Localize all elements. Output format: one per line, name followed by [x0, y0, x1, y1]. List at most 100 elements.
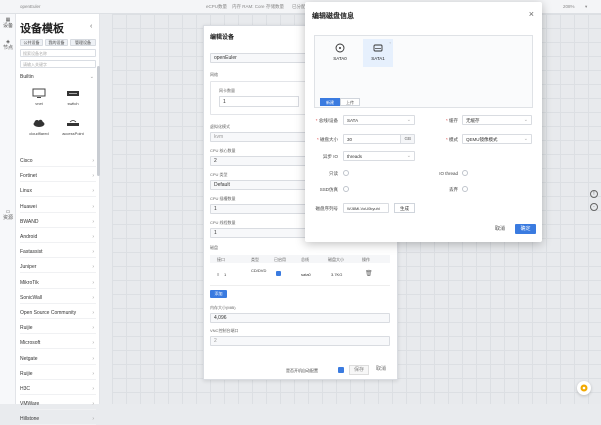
category-item[interactable]: Ruijie › — [20, 322, 96, 335]
help-button[interactable] — [577, 381, 591, 395]
category-item[interactable]: Fastassist › — [20, 246, 96, 259]
category-label: Android — [20, 234, 38, 240]
chevron-right-icon: › — [92, 401, 94, 408]
chevron-right-icon: › — [92, 294, 94, 301]
vnc-port-input[interactable]: 2 — [210, 336, 390, 346]
dialog-ok-button[interactable]: 确定 — [515, 224, 536, 234]
rail-item-devices[interactable]: ▦ 设备 — [2, 17, 14, 38]
drag-handle-icon[interactable]: ≡ — [217, 272, 219, 277]
my-devices-button[interactable]: 我的设备 — [45, 39, 68, 46]
serial-input[interactable]: WJ8Ml-VoU0kyuhl — [343, 203, 389, 213]
zoom-level[interactable]: 208% — [563, 4, 575, 9]
device-vnet[interactable]: vnet — [26, 88, 52, 106]
iothread-checkbox[interactable] — [462, 170, 468, 176]
source-toggle: 新建 上传 — [320, 98, 360, 106]
device-switch[interactable]: switch — [60, 88, 86, 106]
enabled-checkbox[interactable] — [276, 271, 281, 276]
category-item[interactable]: H3C › — [20, 383, 96, 395]
cache-select[interactable]: 无缓存 ⌄ — [462, 115, 532, 125]
category-item[interactable]: Huawei › — [20, 201, 96, 213]
device-access-point[interactable]: accessPoint — [60, 118, 86, 136]
device-label: cloudflared — [29, 131, 49, 136]
filter-input[interactable]: 请输入关键字 — [20, 60, 96, 68]
disk-label: SATA1 — [371, 56, 385, 61]
category-item[interactable]: Cisco › — [20, 155, 96, 167]
row-index: 1 — [224, 272, 227, 277]
top-info-1: eCPU数量 — [206, 4, 228, 9]
manage-devices-button[interactable]: 管理设备 — [70, 39, 96, 46]
category-item[interactable]: Netgate › — [20, 353, 96, 365]
category-item[interactable]: Open Source Community › — [20, 307, 96, 319]
category-item[interactable]: MikroTik › — [20, 277, 96, 289]
cancel-button[interactable]: 取消 — [372, 365, 390, 375]
monitor-icon — [32, 88, 46, 98]
category-builtin[interactable]: Builtin ⌄ — [20, 71, 96, 83]
disk-sata1[interactable]: SATA1 ▫ — [363, 39, 393, 67]
category-item[interactable]: VMWare › — [20, 398, 96, 411]
chevron-right-icon: › — [92, 188, 94, 195]
settings-icon[interactable]: · — [590, 203, 598, 211]
bus-label: * 总线/设备 — [315, 118, 338, 123]
rail-item-nodes[interactable]: ◈ 节点 — [2, 39, 14, 60]
auto-start-checkbox[interactable] — [338, 367, 344, 373]
async-io-label: 异步 IO — [322, 154, 338, 159]
bus-select[interactable]: SATA ⌄ — [343, 115, 415, 125]
mode-select[interactable]: QEMU镜像模式 ⌄ — [462, 134, 532, 144]
nic-count-input[interactable]: 1 — [219, 96, 299, 107]
category-item[interactable]: BWAND › — [20, 216, 96, 228]
readonly-checkbox[interactable] — [343, 170, 349, 176]
search-input[interactable]: 搜索设备名称 — [20, 49, 96, 57]
auto-start-label: 是否开机自动配置 — [286, 368, 318, 373]
device-label: vnet — [35, 101, 43, 106]
chevron-right-icon: › — [92, 234, 94, 240]
top-info-4: 已分配 — [292, 4, 306, 9]
async-io-select[interactable]: threads ⌄ — [343, 151, 415, 161]
save-button[interactable]: 保存 — [349, 365, 369, 375]
category-item[interactable]: Linux › — [20, 185, 96, 198]
category-item[interactable]: Ruijie › — [20, 368, 96, 380]
rail-label-resources: 资源 — [2, 214, 13, 221]
category-item[interactable]: Hillstone › — [20, 413, 96, 425]
category-item[interactable]: Microsoft › — [20, 337, 96, 350]
category-item[interactable]: SonicWall › — [20, 292, 96, 304]
category-label: Netgate — [20, 355, 38, 362]
trash-icon[interactable]: 🗑 — [365, 270, 373, 277]
public-devices-button[interactable]: 公共设备 — [20, 39, 43, 46]
tab-upload[interactable]: 上传 — [340, 98, 360, 106]
device-cloudflared[interactable]: cloudflared — [26, 118, 52, 136]
dialog-title: 编辑磁盘信息 — [312, 13, 354, 20]
memory-input[interactable]: 4,096 — [210, 313, 390, 323]
disk-sata0[interactable]: SATA0 — [325, 39, 355, 67]
discard-label: 丢弃 — [449, 187, 458, 192]
chevron-right-icon: › — [92, 386, 94, 392]
info-icon[interactable]: ! — [590, 190, 598, 198]
sidebar-scrollbar[interactable] — [97, 66, 100, 176]
iothread-label: IO thread — [439, 171, 458, 176]
size-unit: GB — [400, 135, 414, 143]
cpu-sockets-label: CPU 插槽数量 — [210, 196, 236, 201]
category-item[interactable]: Fortinet › — [20, 170, 96, 183]
discard-checkbox[interactable] — [462, 186, 468, 192]
col-header: 操作 — [362, 257, 370, 262]
ssd-checkbox[interactable] — [343, 186, 349, 192]
category-label: H3C — [20, 386, 31, 392]
size-label: * 磁盘大小 — [316, 137, 338, 142]
disk-table-row[interactable]: ≡ 1 CD/DVD sata0 3.7KG 🗑 — [210, 264, 390, 286]
tab-new[interactable]: 新建 — [320, 98, 340, 106]
chevron-down-icon[interactable]: ▾ — [585, 4, 587, 10]
generate-serial-button[interactable]: 生成 — [394, 203, 415, 213]
category-item[interactable]: Juniper › — [20, 261, 96, 274]
category-label: Juniper — [20, 264, 37, 271]
size-input[interactable]: 30 GB — [343, 134, 415, 144]
close-icon[interactable]: × — [529, 9, 534, 19]
chevron-left-icon[interactable]: ‹ — [90, 23, 92, 30]
dialog-cancel-button[interactable]: 取消 — [489, 224, 511, 234]
vnc-port-label: VNC控制台端口 — [210, 328, 239, 333]
rail-item-resources[interactable]: ▭ 资源 — [2, 209, 14, 230]
category-label: Ruijie — [20, 370, 33, 377]
category-item[interactable]: Android › — [20, 231, 96, 243]
add-disk-button[interactable]: 添加 — [210, 290, 227, 298]
row-bus: sata0 — [301, 272, 311, 277]
chevron-right-icon: › — [92, 370, 94, 377]
delete-disk-icon[interactable]: ▫ — [390, 40, 391, 45]
